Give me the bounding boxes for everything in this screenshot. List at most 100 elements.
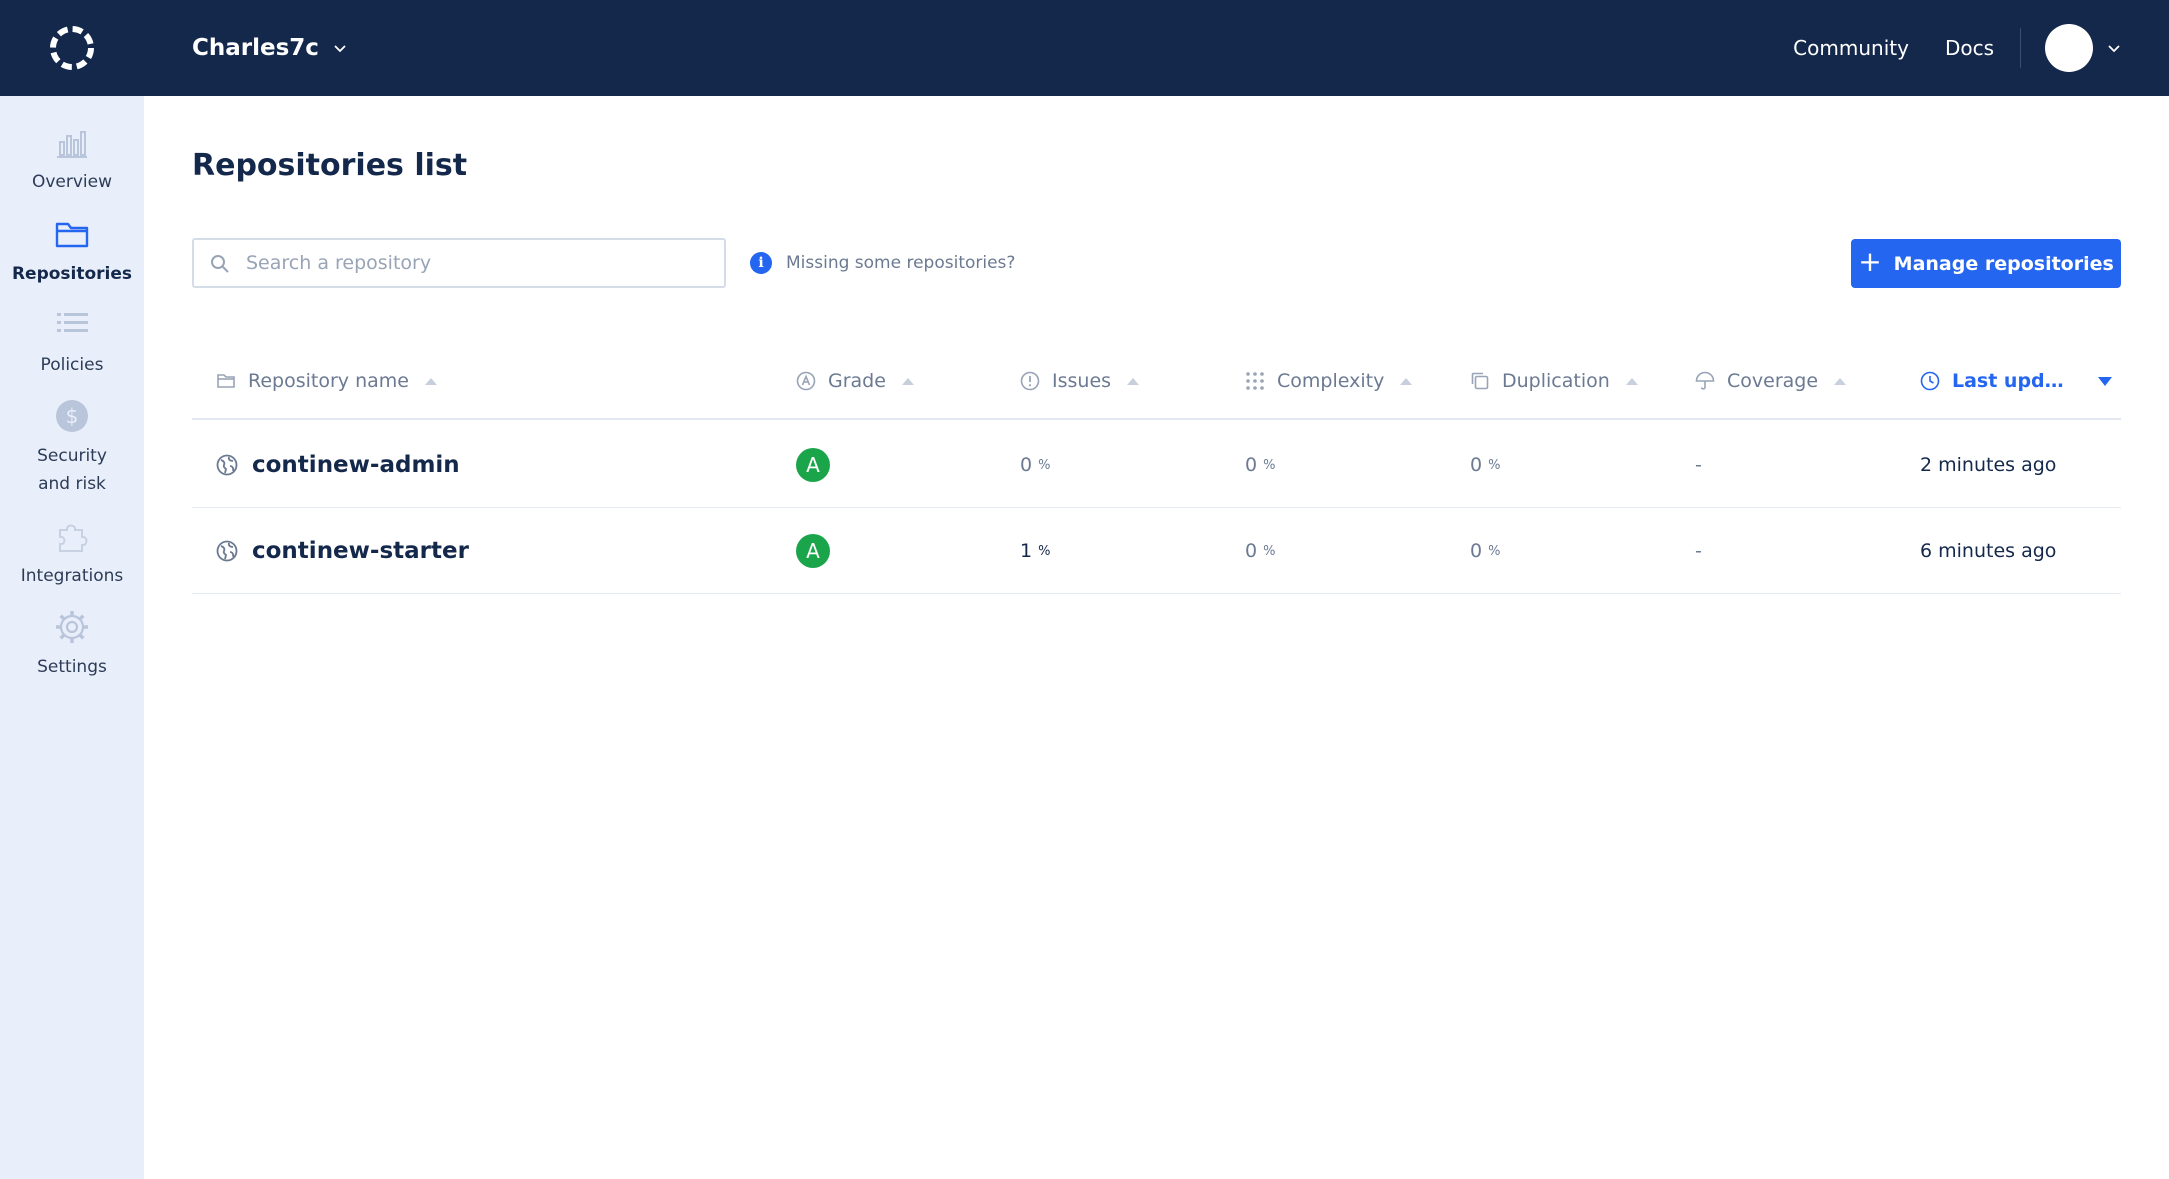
issues-cell: 0% [1020, 422, 1050, 508]
column-repository-name[interactable]: Repository name [216, 350, 437, 412]
issues-cell: 1% [1020, 508, 1050, 594]
percent-sign: % [1488, 543, 1501, 559]
grade-cell: A [796, 422, 830, 508]
missing-repositories-text: Missing some repositories? [786, 253, 1016, 273]
sidebar-item-label: Settings [37, 657, 107, 677]
complexity-value: 0 [1245, 540, 1258, 562]
codacy-logo[interactable] [48, 24, 96, 72]
column-label: Last upd… [1952, 370, 2064, 392]
percent-sign: % [1038, 457, 1051, 473]
sidebar-item-label: Policies [40, 355, 104, 375]
chevron-down-icon [334, 45, 346, 53]
globe-icon [216, 540, 238, 562]
clock-icon [1920, 371, 1940, 391]
copy-icon [1471, 372, 1489, 390]
table-header: Repository name Grade Issues Complexity … [192, 350, 2121, 420]
sidebar-item-repositories[interactable]: Repositories [0, 216, 144, 288]
top-nav: Community Docs [1793, 0, 2169, 96]
complexity-cell: 0% [1245, 422, 1275, 508]
sort-up-icon [424, 377, 437, 385]
last-updated-cell: 2 minutes ago [1920, 422, 2056, 508]
docs-link[interactable]: Docs [1945, 36, 1994, 60]
avatar[interactable] [2045, 24, 2093, 72]
sidebar-item-overview[interactable]: Overview [0, 124, 144, 196]
column-grade[interactable]: Grade [796, 350, 914, 412]
search-icon [211, 255, 229, 273]
sidebar-item-security[interactable]: $ Security and risk [0, 398, 144, 498]
grade-badge: A [796, 448, 830, 482]
repository-name: continew-admin [252, 452, 460, 478]
grade-icon [796, 371, 816, 391]
umbrella-icon [1695, 371, 1715, 390]
repository-name: continew-starter [252, 538, 469, 564]
coverage-value: - [1695, 454, 1702, 476]
sort-up-icon [1127, 377, 1140, 385]
search-box [192, 238, 726, 288]
grade-badge: A [796, 534, 830, 568]
column-label: Issues [1052, 370, 1112, 392]
search-input[interactable] [246, 240, 716, 286]
org-switcher[interactable]: Charles7c [192, 30, 347, 66]
column-label: Complexity [1277, 370, 1385, 392]
sort-up-icon [1834, 377, 1847, 385]
repository-name-cell[interactable]: continew-starter [216, 508, 469, 594]
nav-divider [2020, 28, 2021, 68]
percent-sign: % [1038, 543, 1051, 559]
coverage-cell: - [1695, 422, 1702, 508]
sidebar-item-policies[interactable]: Policies [0, 307, 144, 379]
last-updated-value: 6 minutes ago [1920, 540, 2057, 562]
column-label: Duplication [1502, 370, 1610, 392]
folder-icon [217, 374, 235, 388]
svg-text:$: $ [66, 404, 79, 428]
top-bar: Charles7c Community Docs [0, 0, 2169, 96]
folder-icon [55, 222, 89, 248]
gear-icon [56, 611, 88, 643]
repository-name-cell[interactable]: continew-admin [216, 422, 460, 508]
coverage-value: - [1695, 540, 1702, 562]
sort-up-icon [901, 377, 914, 385]
duplication-value: 0 [1470, 540, 1483, 562]
percent-sign: % [1263, 543, 1276, 559]
column-complexity[interactable]: Complexity [1245, 350, 1413, 412]
alert-circle-icon [1020, 371, 1040, 391]
manage-repositories-label: Manage repositories [1893, 252, 2114, 275]
manage-repositories-button[interactable]: + Manage repositories [1851, 239, 2121, 288]
column-duplication[interactable]: Duplication [1470, 350, 1638, 412]
complexity-value: 0 [1245, 454, 1258, 476]
sidebar-item-label: Overview [31, 172, 113, 192]
security-icon: $ [56, 400, 88, 432]
sidebar-item-label: Integrations [20, 566, 124, 586]
column-coverage[interactable]: Coverage [1695, 350, 1847, 412]
sidebar: Overview Repositories Policies $ Securit… [0, 96, 144, 1179]
list-icon [57, 313, 88, 332]
sidebar-item-integrations[interactable]: Integrations [0, 518, 144, 590]
community-link[interactable]: Community [1793, 36, 1909, 60]
column-label: Grade [828, 370, 886, 392]
globe-icon [216, 454, 238, 476]
duplication-value: 0 [1470, 454, 1483, 476]
column-label: Coverage [1727, 370, 1819, 392]
table-row[interactable]: continew-admin A 0% 0% 0% - 2 minutes ag… [192, 422, 2121, 508]
chevron-down-icon[interactable] [2107, 41, 2121, 55]
table-row[interactable]: continew-starter A 1% 0% 0% - 6 minutes … [192, 508, 2121, 594]
duplication-cell: 0% [1470, 508, 1500, 594]
missing-repositories-link[interactable]: i Missing some repositories? [750, 252, 1015, 274]
info-icon: i [750, 252, 772, 274]
sort-up-icon [1625, 377, 1638, 385]
issues-value: 1 [1020, 540, 1033, 562]
grade-cell: A [796, 508, 830, 594]
last-updated-cell: 6 minutes ago [1920, 508, 2056, 594]
page-title: Repositories list [192, 148, 468, 183]
chart-icon [57, 131, 87, 158]
column-label: Repository name [248, 370, 409, 392]
sidebar-item-label: Security and risk [37, 446, 107, 494]
sidebar-item-settings[interactable]: Settings [0, 609, 144, 681]
column-issues[interactable]: Issues [1020, 350, 1140, 412]
issues-value: 0 [1020, 454, 1033, 476]
percent-sign: % [1488, 457, 1501, 473]
complexity-cell: 0% [1245, 508, 1275, 594]
column-last-updated[interactable]: Last upd… [1920, 350, 2112, 412]
grid-dots-icon [1246, 372, 1264, 390]
org-name: Charles7c [192, 35, 319, 61]
plus-icon: + [1858, 245, 1882, 278]
